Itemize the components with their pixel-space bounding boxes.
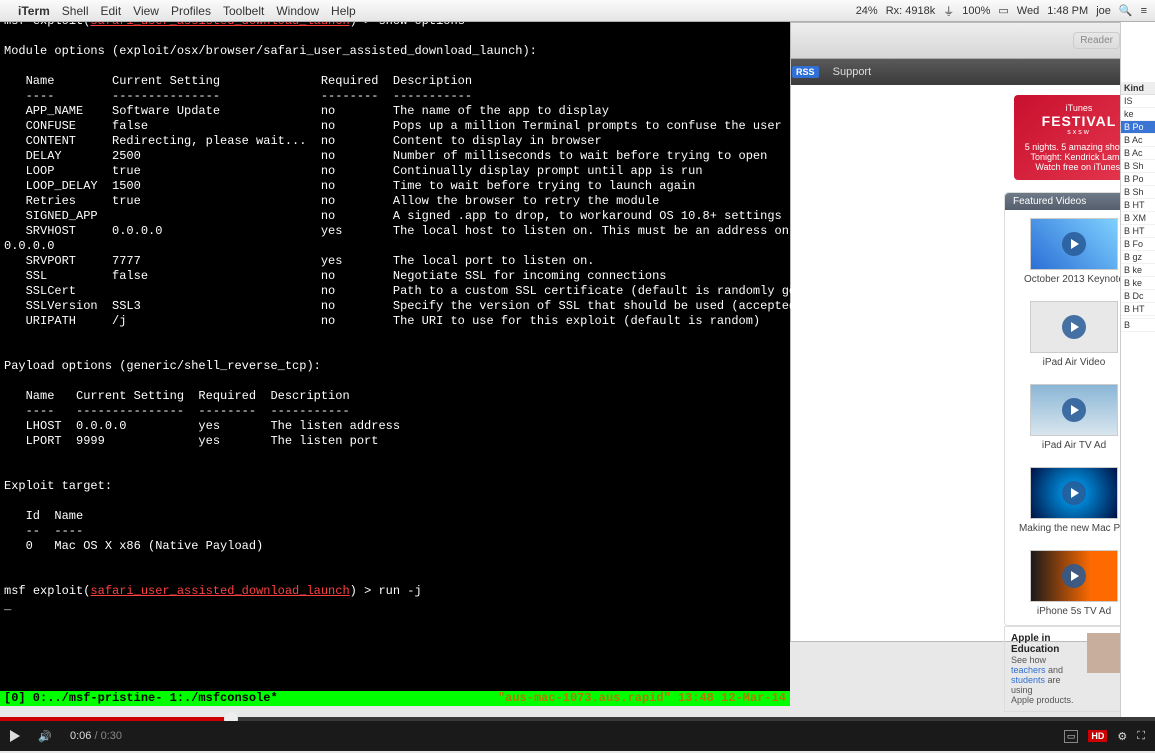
festival-line1: 5 nights. 5 amazing shows. [1025,142,1134,152]
festival-title: FESTIVAL [1042,113,1117,129]
status-rx: Rx: 4918k [886,5,936,17]
festival-sxsw: sxsw [1067,129,1091,136]
video-thumb[interactable] [1030,218,1118,270]
battery-icon: ▭ [998,4,1008,17]
video-thumb[interactable] [1030,301,1118,353]
safari-window: Reader ⟳ es Support 🔍 iTunes FESTIVAL sx… [790,22,1155,642]
volume-button[interactable]: 🔊 [30,721,60,751]
safari-content: iTunes FESTIVAL sxsw 5 nights. 5 amazing… [791,85,1154,753]
edu-students-link[interactable]: students [1011,675,1045,685]
video-thumb[interactable] [1030,550,1118,602]
tmux-left: [0] 0:../msf-pristine- 1:./msfconsole* [4,691,278,706]
library-row[interactable]: B gz [1121,251,1155,264]
video-player-bar: 🔊 0:06 / 0:30 ▭ HD ⚙ ⛶ [0,721,1155,751]
notification-icon[interactable]: ≡ [1141,5,1147,17]
edu-text1: See how [1011,655,1046,665]
play-icon[interactable] [1062,232,1086,256]
library-row[interactable]: B ke [1121,264,1155,277]
edu-teachers-link[interactable]: teachers [1011,665,1046,675]
play-button[interactable] [0,721,30,751]
menu-toolbelt[interactable]: Toolbelt [223,4,264,18]
itunes-library-strip: Kind ISkeB PoB AcB AcB ShB PoB ShB HTB X… [1120,22,1155,725]
menu-help[interactable]: Help [331,4,356,18]
time-total: / 0:30 [94,730,122,742]
library-row[interactable]: B Po [1121,173,1155,186]
menu-view[interactable]: View [133,4,159,18]
rss-badge[interactable]: RSS [792,66,819,78]
library-row[interactable]: B Ac [1121,147,1155,160]
library-row[interactable]: B XM [1121,212,1155,225]
time-current: 0:06 [70,730,91,742]
tmux-status-bar: [0] 0:../msf-pristine- 1:./msfconsole* "a… [0,691,790,706]
menu-window[interactable]: Window [276,4,319,18]
hd-badge: HD [1088,730,1107,742]
spotlight-icon[interactable]: 🔍 [1119,4,1133,17]
fullscreen-button[interactable]: ⛶ [1137,730,1145,743]
play-icon[interactable] [1062,398,1086,422]
captions-button[interactable]: ▭ [1064,730,1079,743]
menu-profiles[interactable]: Profiles [171,4,211,18]
reader-button[interactable]: Reader [1073,32,1120,49]
itunes-nav: es Support 🔍 [791,59,1154,85]
settings-icon[interactable]: ⚙ [1117,730,1127,743]
clock-day: Wed [1017,5,1039,17]
mac-menubar: iTerm Shell Edit View Profiles Toolbelt … [0,0,1155,22]
play-icon[interactable] [1062,315,1086,339]
library-row[interactable]: ke [1121,108,1155,121]
menu-shell[interactable]: Shell [62,4,89,18]
library-row[interactable]: B HT [1121,303,1155,316]
nav-support[interactable]: Support [833,66,872,78]
library-row[interactable]: B Dc [1121,290,1155,303]
video-thumb[interactable] [1030,384,1118,436]
tmux-right: "aus-mac-1073.aus.rapid" 13:48 12-Mar-14 [498,691,786,706]
time-display: 0:06 / 0:30 [70,730,122,742]
user-name[interactable]: joe [1096,5,1111,17]
library-row[interactable]: B Po [1121,121,1155,134]
library-header[interactable]: Kind [1121,82,1155,95]
library-row[interactable]: IS [1121,95,1155,108]
festival-line3: Watch free on iTunes. [1025,162,1134,172]
library-row[interactable]: B HT [1121,199,1155,212]
status-pct: 24% [856,5,878,17]
play-icon[interactable] [1062,481,1086,505]
wifi-icon[interactable]: ⏚ [943,3,954,19]
library-row[interactable]: B HT [1121,225,1155,238]
battery-pct: 100% [962,5,990,17]
app-name[interactable]: iTerm [18,4,50,18]
edu-title: Apple in Education [1011,633,1081,655]
library-row[interactable]: B Ac [1121,134,1155,147]
festival-brand: iTunes [1066,103,1093,113]
library-row[interactable]: B Fo [1121,238,1155,251]
library-row[interactable]: B ke [1121,277,1155,290]
menu-edit[interactable]: Edit [100,4,121,18]
library-row[interactable]: B Sh [1121,186,1155,199]
safari-toolbar: Reader ⟳ [791,23,1154,59]
festival-line2: Tonight: Kendrick Lamar [1025,152,1134,162]
clock-time[interactable]: 1:48 PM [1047,5,1088,17]
library-row[interactable]: B [1121,319,1155,332]
video-thumb[interactable] [1030,467,1118,519]
terminal-window[interactable]: msf exploit(safari_user_assisted_downloa… [0,12,790,706]
play-icon[interactable] [1062,564,1086,588]
library-row[interactable]: B Sh [1121,160,1155,173]
